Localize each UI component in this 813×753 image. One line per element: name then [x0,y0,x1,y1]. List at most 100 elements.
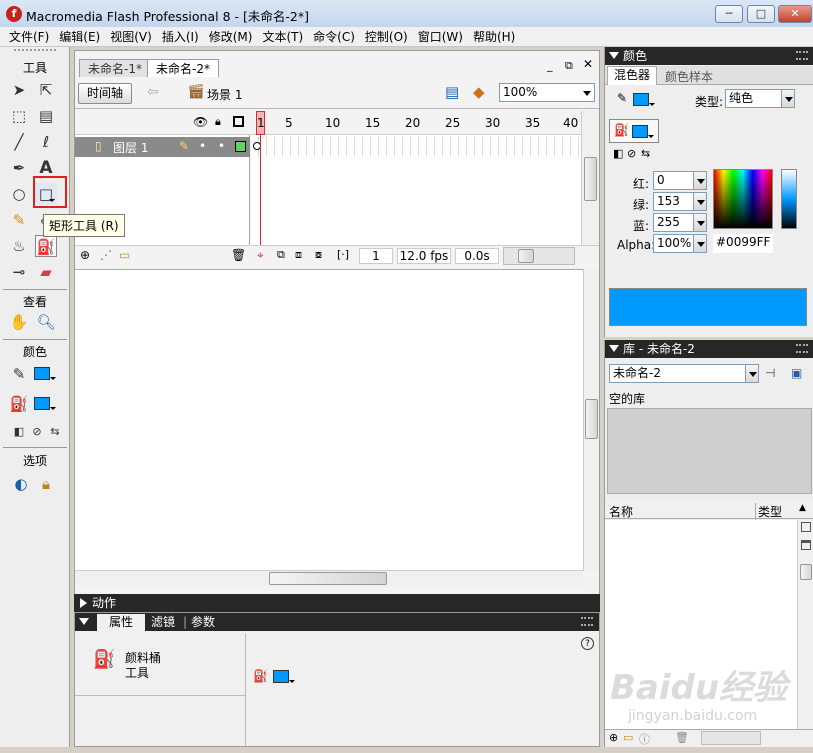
panel-options-icon[interactable] [796,51,808,60]
onion-outlines-icon[interactable]: ⧈ [295,248,302,262]
alpha-input[interactable]: 100% [653,234,695,253]
insert-layer-icon[interactable]: ⊕ [80,248,90,262]
eyedropper-tool-icon[interactable]: ⊸ [8,261,30,283]
color-panel-header[interactable]: 颜色 [605,47,813,65]
actions-panel-header[interactable]: 动作 [74,594,600,612]
properties-icon[interactable]: ⓘ [639,731,650,747]
black-white-icon[interactable]: ◧ [613,147,623,160]
edit-multiple-frames-icon[interactable]: ⧇ [315,248,322,262]
gap-size-icon[interactable]: ◐ [10,473,32,495]
mixer-stroke-swatch[interactable] [633,92,655,106]
scroll-thumb[interactable] [585,399,598,439]
zoom-dropdown-arrow-icon[interactable] [583,91,591,96]
tab-properties[interactable]: 属性 [97,614,145,631]
hand-tool-icon[interactable]: ✋ [8,311,30,333]
toolbar-gripper[interactable] [14,49,56,52]
new-symbol-icon[interactable]: ⊕ [609,731,618,744]
help-icon[interactable]: ? [581,637,594,650]
ink-bottle-tool-icon[interactable]: ♨ [8,235,30,257]
line-tool-icon[interactable]: ╱ [8,131,30,153]
oval-tool-icon[interactable]: ○ [8,183,30,205]
timeline-hscroll[interactable] [503,247,575,265]
blue-slider-arrow-icon[interactable] [693,213,707,232]
layer-visible-dot[interactable]: • [199,139,206,153]
frame-row[interactable] [251,137,581,157]
timeline-vscroll[interactable] [581,111,599,245]
view-wide-icon[interactable] [801,540,811,550]
scroll-thumb[interactable] [800,564,812,580]
layer-outline-color[interactable] [235,141,246,152]
free-transform-tool-icon[interactable]: ⬚ [8,105,30,127]
menu-modify[interactable]: 修改(M) [204,28,258,45]
stage-canvas[interactable] [75,269,585,571]
pen-tool-icon[interactable]: ✒ [8,157,30,179]
stroke-color-swatch[interactable] [34,366,56,380]
new-library-icon[interactable]: ▣ [791,366,802,380]
lock-icon[interactable]: 🔒︎ [215,115,221,129]
doc-minimize-icon[interactable]: _ [547,59,553,72]
zoom-select[interactable]: 100% [499,83,595,102]
stage-vscroll[interactable] [583,269,599,571]
layer-row[interactable]: ▯ 图层 1 ✎ • • [75,137,250,157]
view-narrow-icon[interactable] [801,522,811,532]
modify-markers-icon[interactable]: [·] [337,248,349,261]
menu-insert[interactable]: 插入(I) [157,28,204,45]
green-input[interactable]: 153 [653,192,695,211]
sort-icon[interactable]: ▲ [799,503,806,513]
timeline-toggle-button[interactable]: 时间轴 [78,83,132,104]
maximize-button[interactable]: □ [747,5,775,23]
menu-commands[interactable]: 命令(C) [308,28,360,45]
pencil-tool-icon[interactable]: ✎ [8,209,30,231]
minimize-button[interactable]: ─ [715,5,743,23]
close-button[interactable]: ✕ [778,5,812,23]
selection-tool-icon[interactable]: ➤ [8,79,30,101]
swap-colors-icon[interactable]: ⇆ [641,147,650,160]
outline-icon[interactable] [233,116,244,127]
zoom-tool-icon[interactable]: 🔍︎ [35,311,57,333]
props-fill-color-swatch[interactable] [273,669,295,683]
menu-file[interactable]: 文件(F) [4,28,54,45]
paint-bucket-tool-icon[interactable]: ⛽ [35,235,57,257]
layer-name[interactable]: 图层 1 [113,139,148,156]
layer-lock-dot[interactable]: • [218,139,225,153]
onion-skin-icon[interactable]: ⧉ [277,248,285,262]
lasso-tool-icon[interactable]: ℓ [35,131,57,153]
blue-input[interactable]: 255 [653,213,695,232]
green-slider-arrow-icon[interactable] [693,192,707,211]
frame-rate[interactable]: 12.0 fps [397,248,451,264]
red-input[interactable]: 0 [653,171,695,190]
library-hscroll[interactable] [701,731,761,745]
library-dropdown-arrow-icon[interactable] [745,364,759,383]
doc-tab-2[interactable]: 未命名-2* [147,59,219,77]
scroll-thumb[interactable] [269,572,387,585]
subselection-tool-icon[interactable]: ⇱ [35,79,57,101]
center-frame-icon[interactable]: ⌖ [257,248,264,263]
lock-fill-icon[interactable]: 🔒︎ [35,473,57,495]
new-folder-icon[interactable]: ▭ [623,731,633,744]
menu-help[interactable]: 帮助(H) [468,28,520,45]
panel-options-icon[interactable] [581,617,593,626]
menu-edit[interactable]: 编辑(E) [54,28,105,45]
delete-icon[interactable]: 🗑︎ [675,731,689,744]
menu-text[interactable]: 文本(T) [257,28,308,45]
panel-options-icon[interactable] [796,344,808,353]
menu-view[interactable]: 视图(V) [105,28,157,45]
tab-color-mixer[interactable]: 混色器 [607,66,657,85]
library-doc-select[interactable]: 未命名-2 [609,364,759,383]
col-type[interactable]: 类型 [755,503,782,520]
add-guide-layer-icon[interactable]: ⋰ [100,248,112,262]
scroll-thumb[interactable] [584,157,597,201]
col-name[interactable]: 名称 [609,503,633,520]
doc-tab-1[interactable]: 未命名-1* [79,59,151,77]
tab-parameters[interactable]: 参数 [191,613,215,631]
swap-colors-icon[interactable]: ⇆ [44,421,66,443]
edit-symbols-icon[interactable]: ◆ [473,83,485,101]
type-dropdown-arrow-icon[interactable] [781,89,795,108]
edit-scene-icon[interactable]: ▤ [445,83,459,101]
fill-color-swatch[interactable] [34,396,56,410]
tab-filters[interactable]: 滤镜 [151,613,175,631]
library-panel-header[interactable]: 库 - 未命名-2 [605,340,813,358]
pin-library-icon[interactable]: ⊣ [765,366,775,380]
doc-restore-icon[interactable]: ⧉ [565,59,573,73]
menu-control[interactable]: 控制(O) [360,28,413,45]
